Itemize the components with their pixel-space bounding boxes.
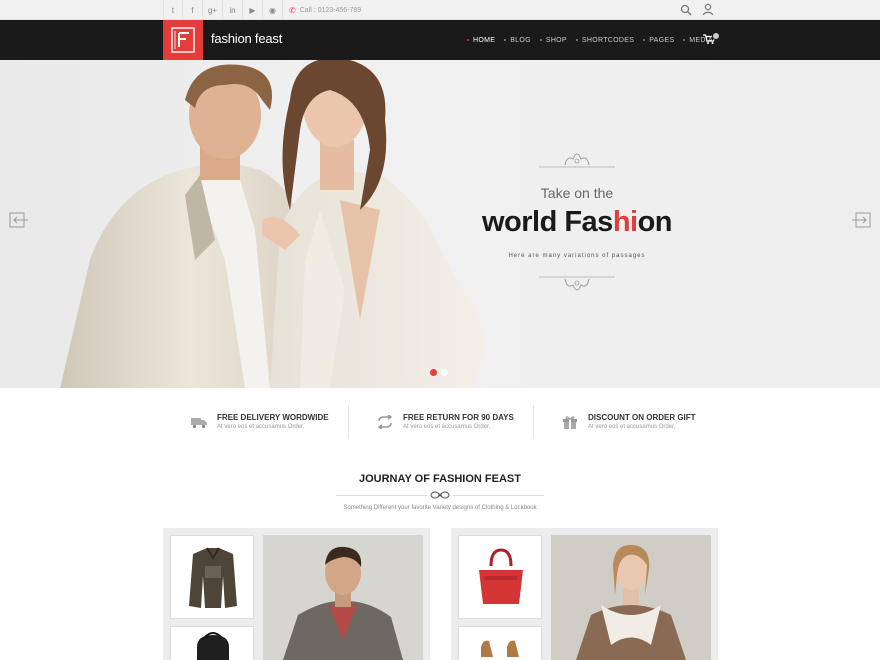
site-logo-text[interactable]: fashion feast — [211, 31, 282, 46]
linkedin-icon[interactable]: in — [223, 0, 243, 20]
youtube-icon[interactable]: ▶ — [243, 0, 263, 20]
feature-return: FREE RETURN FOR 90 DAYS At vero eos et a… — [348, 405, 533, 439]
nav-shortcodes[interactable]: SHORTCODES — [575, 37, 634, 44]
hero-title: world Fashion — [481, 206, 673, 238]
phone-text: Call : 0123-456-789 — [299, 6, 362, 14]
feature-delivery: FREE DELIVERY WORDWIDE At vero eos et ac… — [163, 405, 348, 439]
cart-count-badge — [712, 32, 720, 40]
feature-title: FREE DELIVERY WORDWIDE — [217, 413, 329, 422]
truck-icon — [191, 418, 207, 429]
hero-slider: Take on the world Fashion Here are many … — [0, 60, 880, 388]
product-thumb-backpack[interactable] — [170, 626, 254, 660]
gift-icon — [563, 416, 577, 429]
feature-gift: DISCOUNT ON ORDER GIFT At vero eos et ac… — [533, 405, 718, 439]
google-plus-icon[interactable]: g+ — [203, 0, 223, 20]
feature-strip: FREE DELIVERY WORDWIDE At vero eos et ac… — [163, 405, 718, 439]
nav-home[interactable]: HOME — [467, 37, 495, 44]
return-arrows-icon — [377, 415, 393, 429]
feature-title: FREE RETURN FOR 90 DAYS — [403, 413, 514, 422]
social-links: t f g+ in ▶ ◉ — [163, 0, 283, 20]
nav-blog[interactable]: BLOG — [504, 37, 531, 44]
feature-text: At vero eos et accusamus Order. — [403, 424, 491, 430]
prev-slide-arrow-icon[interactable] — [9, 212, 29, 228]
ornament-top-icon — [539, 153, 615, 168]
backpack-image — [197, 632, 229, 660]
ornament-bottom-icon — [539, 276, 615, 291]
phone-contact: ✆ Call : 0123-456-789 — [289, 0, 361, 20]
slider-pagination — [430, 369, 452, 376]
top-bar — [0, 0, 880, 20]
feature-text: At vero eos et accusamus Order. — [588, 424, 676, 430]
main-nav: HOME BLOG SHOP SHORTCODES PAGES MEDIA — [467, 20, 722, 60]
handbag-image — [479, 548, 523, 604]
hero-subtitle: Take on the — [540, 185, 614, 201]
search-icon[interactable] — [680, 4, 692, 16]
women-model-photo[interactable] — [551, 535, 711, 660]
shoes-image — [481, 640, 519, 657]
twitter-icon[interactable]: t — [163, 0, 183, 20]
logo-icon[interactable] — [163, 20, 203, 60]
next-slide-arrow-icon[interactable] — [851, 212, 871, 228]
slide-dot[interactable] — [441, 369, 448, 376]
hero-tagline: Here are many variations of passages — [508, 253, 646, 259]
nav-shop[interactable]: SHOP — [539, 37, 567, 44]
nav-pages[interactable]: PAGES — [643, 37, 674, 44]
section-title: JOURNAY OF FASHION FEAST — [359, 473, 521, 485]
product-thumb-handbag[interactable] — [458, 535, 542, 619]
feature-text: At vero eos et accusamus Order. — [217, 424, 305, 430]
lookbook-block-men — [163, 528, 430, 660]
product-thumb-jacket[interactable] — [170, 535, 254, 619]
divider-ornament-icon — [427, 490, 453, 500]
feature-title: DISCOUNT ON ORDER GIFT — [588, 413, 696, 422]
rss-icon[interactable]: ◉ — [263, 0, 283, 20]
user-account-icon[interactable] — [702, 3, 714, 16]
slide-dot[interactable] — [430, 369, 437, 376]
facebook-icon[interactable]: f — [183, 0, 203, 20]
lookbook-block-women — [451, 528, 718, 660]
jacket-image — [189, 547, 237, 608]
main-header — [0, 20, 880, 60]
product-thumb-shoes[interactable] — [458, 626, 542, 660]
phone-icon: ✆ — [289, 5, 296, 15]
section-subtitle: Something Different your favorite Variet… — [343, 505, 537, 511]
men-model-photo[interactable] — [263, 535, 423, 660]
